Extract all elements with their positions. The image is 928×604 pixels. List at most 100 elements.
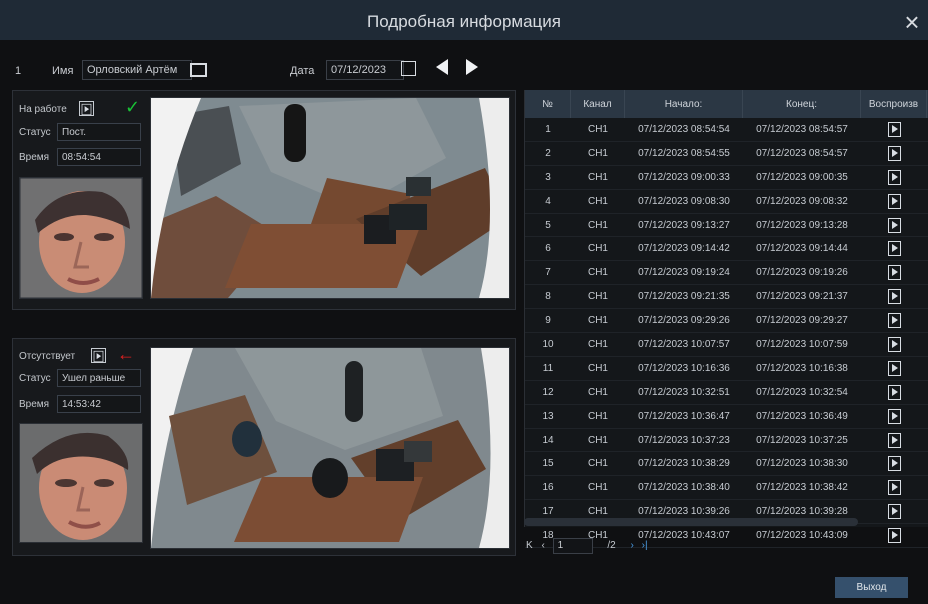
previous-page-icon[interactable]: ‹ [541,540,544,551]
row-start: 07/12/2023 10:37:23 [638,434,730,446]
play-icon[interactable] [861,241,927,257]
row-end: 07/12/2023 10:16:38 [756,362,848,374]
row-channel: CH1 [587,338,608,350]
row-end: 07/12/2023 09:29:27 [756,315,848,327]
row-channel: CH1 [587,410,608,422]
row-start: 07/12/2023 10:38:40 [638,482,730,494]
lower-time-label: Время [19,399,50,410]
play-icon[interactable] [861,265,927,281]
row-number: 3 [545,171,551,183]
date-label: Дата [290,65,315,77]
first-page-icon[interactable]: K [526,540,533,551]
table-row[interactable]: 13 CH1 07/12/2023 10:36:47 07/12/2023 10:36… [525,405,928,429]
exit-button[interactable]: Выход [835,577,908,598]
top-toolbar: 1 Имя Орловский Артём Дата 07/12/2023 [0,48,928,84]
play-icon[interactable] [861,360,927,376]
header-start: Начало: [625,90,743,118]
row-number: 7 [545,267,551,279]
previous-date-icon[interactable] [436,59,448,75]
table-row[interactable]: 9 CH1 07/12/2023 09:29:26 07/12/2023 09:29:… [525,309,928,334]
table-row[interactable]: 14 CH1 07/12/2023 10:37:23 07/12/2023 10:37… [525,429,928,453]
title-bar: Подробная информация × [0,0,928,40]
play-icon[interactable] [861,193,927,209]
next-date-icon[interactable] [466,59,478,75]
row-end: 07/12/2023 10:38:30 [756,458,848,470]
play-icon[interactable] [861,504,927,520]
row-number: 11 [542,362,554,374]
play-icon[interactable] [861,217,927,233]
total-pages: /2 [607,540,616,551]
upper-play-icon[interactable] [79,101,94,116]
next-page-icon[interactable]: › [630,540,633,551]
row-end: 07/12/2023 09:19:26 [756,267,848,279]
row-start: 07/12/2023 10:16:36 [638,362,730,374]
date-field[interactable]: 07/12/2023 [326,60,404,80]
row-end: 07/12/2023 10:36:49 [756,410,848,422]
table-row[interactable]: 4 CH1 07/12/2023 09:08:30 07/12/2023 09:08:… [525,190,928,214]
upper-status-value: Пост. [57,123,141,141]
upper-state-label: На работе [19,104,67,115]
row-channel: CH1 [587,458,608,470]
table-row[interactable]: 7 CH1 07/12/2023 09:19:24 07/12/2023 09:19:… [525,261,928,286]
name-field[interactable]: Орловский Артём [82,60,192,80]
play-icon[interactable] [861,169,927,185]
table-row[interactable]: 5 CH1 07/12/2023 09:13:27 07/12/2023 09:13:… [525,214,928,238]
row-number: 5 [545,219,551,231]
row-number: 14 [542,434,554,446]
table-row[interactable]: 10 CH1 07/12/2023 10:07:57 07/12/2023 10:07… [525,333,928,357]
play-icon[interactable] [861,408,927,424]
table-row[interactable]: 15 CH1 07/12/2023 10:38:29 07/12/2023 10:38… [525,452,928,477]
upper-time-label: Время [19,152,50,163]
table-row[interactable]: 6 CH1 07/12/2023 09:14:42 07/12/2023 09:14:… [525,237,928,262]
row-start: 07/12/2023 10:38:29 [638,458,730,470]
row-number: 16 [542,482,554,494]
table-row[interactable]: 11 CH1 07/12/2023 10:16:36 07/12/2023 10:16… [525,357,928,381]
row-start: 07/12/2023 09:08:30 [638,195,730,207]
row-end: 07/12/2023 08:54:57 [756,123,848,135]
row-channel: CH1 [587,243,608,255]
table-row[interactable]: 16 CH1 07/12/2023 10:38:40 07/12/2023 10:38… [525,476,928,501]
row-number: 4 [545,195,551,207]
row-number: 1 [545,123,551,135]
lower-camera-view [150,347,510,549]
lower-status-value: Ушел раньше [57,369,141,387]
calendar-icon[interactable] [401,61,416,76]
play-icon[interactable] [861,121,927,137]
play-icon[interactable] [861,528,927,544]
row-channel: CH1 [587,362,608,374]
play-icon[interactable] [861,313,927,329]
table-row[interactable]: 1 CH1 07/12/2023 08:54:54 07/12/2023 08:54:… [525,118,928,142]
table-row[interactable]: 2 CH1 07/12/2023 08:54:55 07/12/2023 08:54:… [525,142,928,166]
table-row[interactable]: 12 CH1 07/12/2023 10:32:51 07/12/2023 10:32… [525,381,928,405]
lower-play-icon[interactable] [91,348,106,363]
lower-status-label: Статус [19,373,51,384]
header-end: Конец: [743,90,861,118]
play-icon[interactable] [861,384,927,400]
check-icon: ✓ [125,97,141,117]
row-channel: CH1 [587,482,608,494]
play-icon[interactable] [861,336,927,352]
play-icon[interactable] [861,289,927,305]
last-page-icon[interactable]: ›| [642,540,648,551]
row-start: 07/12/2023 10:07:57 [638,338,730,350]
upper-event-panel: На работе ✓ Статус Пост. Время 08:54:54 [12,90,516,310]
table-horizontal-scrollbar[interactable] [524,518,858,526]
close-icon[interactable]: × [900,9,924,35]
upper-time-value: 08:54:54 [57,148,141,166]
page-input[interactable]: 1 [552,538,593,554]
row-start: 07/12/2023 10:32:51 [638,386,730,398]
play-icon[interactable] [861,480,927,496]
play-icon[interactable] [861,432,927,448]
row-end: 07/12/2023 10:39:28 [756,506,848,518]
list-icon[interactable] [190,63,207,77]
row-channel: CH1 [587,171,608,183]
play-icon[interactable] [861,456,927,472]
table-row[interactable]: 8 CH1 07/12/2023 09:21:35 07/12/2023 09:21:… [525,285,928,310]
play-icon[interactable] [861,145,927,161]
header-playback: Воспроизв [861,90,927,118]
row-start: 07/12/2023 10:36:47 [638,410,730,422]
table-row[interactable]: 3 CH1 07/12/2023 09:00:33 07/12/2023 09:00:… [525,166,928,190]
row-channel: CH1 [587,315,608,327]
window-title: Подробная информация [367,12,561,31]
red-arrow-icon: ← [117,344,135,364]
